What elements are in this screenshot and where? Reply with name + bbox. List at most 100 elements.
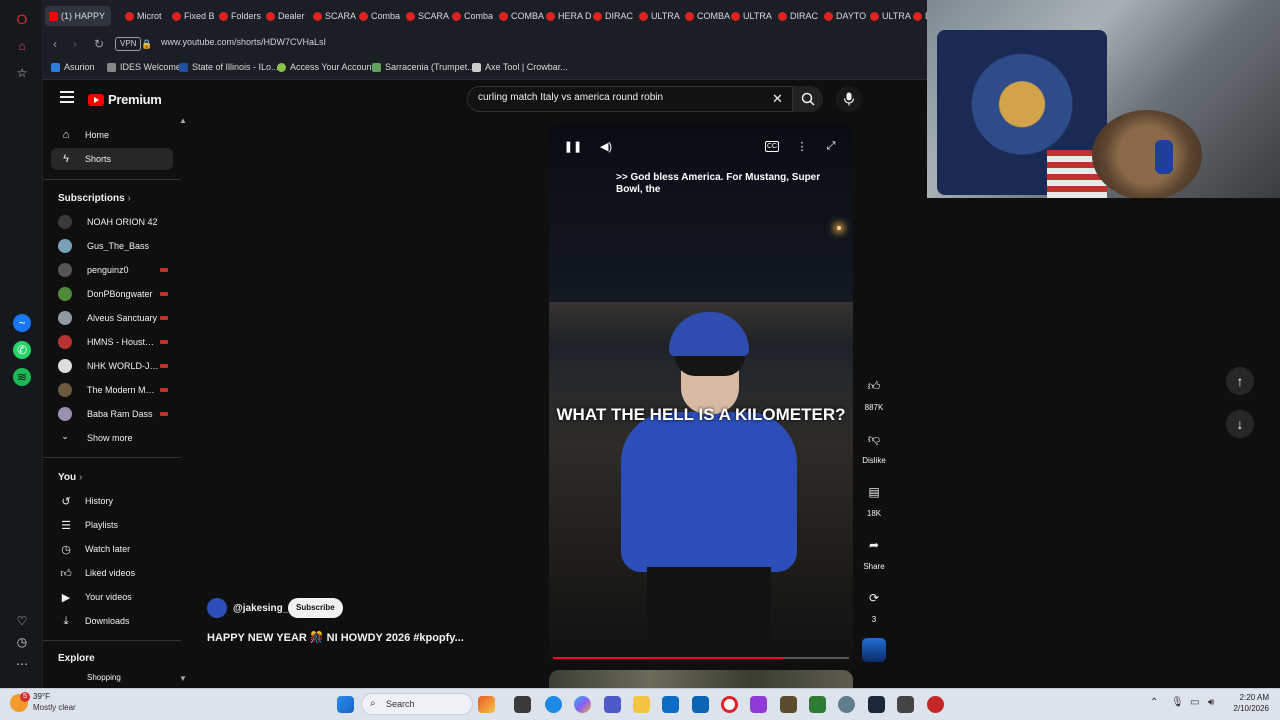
bookmark-item[interactable]: IDES Welcome bbox=[107, 62, 181, 72]
fullscreen-icon[interactable]: ⤢ bbox=[823, 138, 839, 154]
heart-icon[interactable]: ♡ bbox=[13, 612, 31, 630]
show-more-button[interactable]: ⌄ Show more bbox=[58, 428, 174, 448]
video-progress-bar[interactable] bbox=[553, 657, 849, 659]
next-short-preview[interactable] bbox=[549, 670, 853, 688]
taskbar-search[interactable] bbox=[361, 693, 473, 715]
subscription-item[interactable]: Alveus Sanctuary bbox=[58, 308, 174, 328]
app-icon[interactable] bbox=[780, 696, 797, 713]
guide-item-playlists[interactable]: ☰ Playlists bbox=[51, 514, 173, 536]
settings-icon[interactable] bbox=[838, 696, 855, 713]
voice-search-button[interactable] bbox=[836, 86, 862, 112]
app-icon[interactable] bbox=[927, 696, 944, 713]
subscription-item[interactable]: HMNS - Houston... bbox=[58, 332, 174, 352]
store-icon[interactable] bbox=[662, 696, 679, 713]
youtube-premium-logo[interactable]: Premium bbox=[88, 92, 162, 107]
steam-icon[interactable] bbox=[868, 696, 885, 713]
youtube-logo-icon bbox=[88, 93, 104, 106]
favicon-icon bbox=[172, 11, 181, 21]
bookmark-item[interactable]: Access Your Account bbox=[277, 62, 374, 72]
clock-time[interactable]: 2:20 AM bbox=[1221, 693, 1269, 702]
home-icon[interactable]: ⌂ bbox=[13, 37, 31, 55]
bookmark-item[interactable]: Asurion bbox=[51, 62, 95, 72]
channel-name: NHK WORLD-JA... bbox=[87, 361, 159, 371]
guide-item-liked-videos[interactable]: 👍︎ Liked videos bbox=[51, 562, 173, 584]
video-title[interactable]: HAPPY NEW YEAR 🎊 NI HOWDY 2026 #kpopfy..… bbox=[207, 631, 464, 644]
shorts-video-player[interactable]: ❚❚ ◀) CC ⋮ ⤢ >> God bless America. For M… bbox=[549, 122, 853, 662]
tray-chevron-icon[interactable]: ⌃ bbox=[1150, 697, 1158, 708]
vpn-badge[interactable]: VPN bbox=[115, 37, 142, 51]
share-button[interactable]: ➦ Share bbox=[858, 532, 890, 571]
guide-item-downloads[interactable]: ⤓ Downloads bbox=[51, 610, 173, 632]
channel-handle[interactable]: @jakesing_ bbox=[233, 603, 288, 614]
guide-item-history[interactable]: ↺ History bbox=[51, 490, 173, 512]
remix-button[interactable]: ⟳ 3 bbox=[858, 585, 890, 624]
subscription-item[interactable]: Gus_The_Bass bbox=[58, 236, 174, 256]
you-heading[interactable]: You › bbox=[58, 472, 82, 483]
subscription-item[interactable]: DonPBongwater bbox=[58, 284, 174, 304]
guide-item-home[interactable]: ⌂ Home bbox=[51, 124, 173, 146]
history-clock-icon[interactable]: ◷ bbox=[13, 633, 31, 651]
display-tray-icon[interactable]: ▭ bbox=[1190, 697, 1199, 708]
explore-heading: Explore bbox=[58, 653, 95, 664]
more-options-icon[interactable]: ⋮ bbox=[794, 138, 810, 154]
bookmark-item[interactable]: State of Illinois - ILo... bbox=[179, 62, 279, 72]
bookmark-item[interactable]: Axe Tool | Crowbar... bbox=[472, 62, 568, 72]
forward-icon[interactable]: › bbox=[67, 36, 83, 52]
subscriptions-heading[interactable]: Subscriptions › bbox=[58, 193, 131, 204]
opera-icon[interactable] bbox=[721, 696, 738, 713]
messenger-icon[interactable]: ~ bbox=[13, 314, 31, 332]
next-short-button[interactable]: ↓ bbox=[1226, 410, 1254, 438]
subscription-item[interactable]: The Modern Mar... bbox=[58, 380, 174, 400]
app-icon[interactable] bbox=[809, 696, 826, 713]
subscribe-button[interactable]: Subscribe bbox=[288, 598, 343, 618]
volume-icon[interactable]: ◀) bbox=[598, 138, 614, 154]
microphone-tray-icon[interactable]: 🎙︎ bbox=[1171, 697, 1184, 708]
comments-button[interactable]: ▤ 18K bbox=[858, 479, 890, 518]
more-icon[interactable]: ⋯ bbox=[13, 655, 31, 673]
captions-icon[interactable]: CC bbox=[765, 141, 779, 152]
previous-short-button[interactable]: ↑ bbox=[1226, 367, 1254, 395]
guide-item-shopping[interactable]: Shopping bbox=[58, 670, 174, 684]
guide-item-watch-later[interactable]: ◷ Watch later bbox=[51, 538, 173, 560]
subscription-item[interactable]: Baba Ram Dass bbox=[58, 404, 174, 424]
whatsapp-icon[interactable]: ✆ bbox=[13, 341, 31, 359]
pause-icon[interactable]: ❚❚ bbox=[564, 138, 582, 154]
app-icon[interactable] bbox=[897, 696, 914, 713]
weather-temperature: 39°F bbox=[33, 692, 50, 701]
like-button[interactable]: 👍︎ 887K bbox=[858, 373, 890, 413]
dislike-button[interactable]: 👎︎ Dislike bbox=[858, 426, 890, 466]
scroll-up-icon[interactable]: ▲ bbox=[179, 116, 187, 125]
reload-icon[interactable]: ↻ bbox=[91, 36, 107, 52]
clock-date[interactable]: 2/10/2026 bbox=[1221, 704, 1269, 713]
clear-search-icon[interactable]: ✕ bbox=[772, 91, 783, 107]
copilot-icon[interactable] bbox=[574, 696, 591, 713]
channel-avatar[interactable] bbox=[207, 598, 227, 618]
subscription-item[interactable]: NOAH ORION 42 bbox=[58, 212, 174, 232]
file-explorer-icon[interactable] bbox=[633, 696, 650, 713]
subscription-item[interactable]: penguinz0 bbox=[58, 260, 174, 280]
guide-item-shorts[interactable]: ϟ Shorts bbox=[51, 148, 173, 170]
teams-icon[interactable] bbox=[604, 696, 621, 713]
scroll-down-icon[interactable]: ▼ bbox=[179, 674, 187, 683]
windows-start-icon[interactable] bbox=[337, 696, 354, 713]
star-icon[interactable]: ☆ bbox=[13, 64, 31, 82]
subscription-item[interactable]: NHK WORLD-JA... bbox=[58, 356, 174, 376]
sound-thumbnail[interactable] bbox=[862, 638, 886, 662]
youtube-favicon-icon bbox=[49, 11, 58, 21]
tab-active[interactable]: (1) HAPPY bbox=[45, 6, 111, 26]
back-icon[interactable]: ‹ bbox=[47, 36, 63, 52]
outlook-icon[interactable] bbox=[692, 696, 709, 713]
edge-icon[interactable] bbox=[545, 696, 562, 713]
task-view-icon[interactable] bbox=[514, 696, 531, 713]
widgets-icon[interactable] bbox=[478, 696, 495, 713]
volume-tray-icon[interactable]: 🔊︎ bbox=[1208, 697, 1214, 708]
tab[interactable]: Di bbox=[909, 6, 927, 26]
guide-item-your-videos[interactable]: ▶ Your videos bbox=[51, 586, 173, 608]
app-icon[interactable] bbox=[750, 696, 767, 713]
menu-icon[interactable] bbox=[60, 91, 74, 103]
url-field[interactable]: www.youtube.com/shorts/HDW7CVHaLsI bbox=[161, 37, 326, 47]
spotify-icon[interactable]: ≋ bbox=[13, 368, 31, 386]
opera-logo-icon[interactable]: O bbox=[13, 10, 31, 28]
bookmark-item[interactable]: Sarracenia (Trumpet... bbox=[372, 62, 475, 72]
search-button[interactable] bbox=[793, 86, 823, 112]
